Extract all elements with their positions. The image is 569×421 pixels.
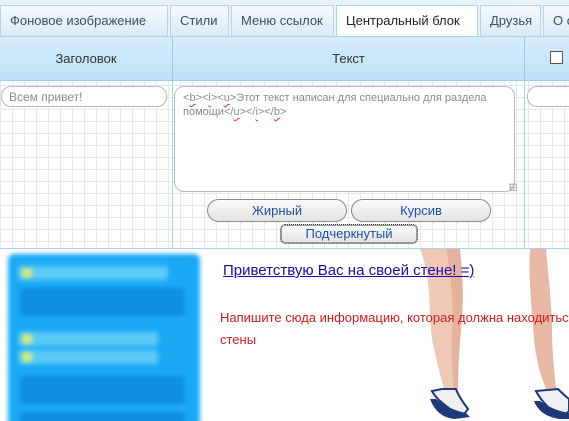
tab-link-menu[interactable]: Меню ссылок	[231, 5, 334, 36]
text-fragment: >	[279, 106, 287, 118]
tab-friends[interactable]: Друзья	[480, 5, 541, 36]
title-input[interactable]	[1, 86, 167, 107]
resize-grip-icon[interactable]	[509, 183, 517, 191]
preview-row	[18, 332, 158, 346]
preview-box	[20, 288, 185, 316]
preview-dot	[22, 352, 32, 362]
column-header-text: Текст	[173, 37, 525, 81]
extra-input[interactable]	[527, 86, 569, 107]
preview-box	[20, 376, 185, 404]
preview-dot	[22, 268, 32, 278]
text-fragment: ><	[210, 92, 224, 104]
column-separator	[524, 81, 525, 248]
wall-info-text: Напишите сюда информацию, которая должна…	[220, 307, 569, 351]
italic-button[interactable]: Курсив	[351, 199, 491, 222]
tab-label: О с	[553, 13, 569, 28]
tab-label: Стили	[180, 13, 218, 28]
column-separator	[172, 81, 173, 248]
tab-label: Меню ссылок	[241, 13, 323, 28]
preview-box	[20, 412, 185, 421]
info-line: Напишите сюда информацию, которая должна…	[220, 310, 569, 325]
tab-label: Центральный блок	[346, 13, 460, 28]
text-fragment: ></	[239, 106, 256, 118]
bold-button[interactable]: Жирный	[207, 199, 347, 222]
select-all-checkbox[interactable]	[550, 51, 563, 64]
preview-row	[18, 350, 158, 364]
tab-label: Друзья	[490, 13, 533, 28]
tab-background-image[interactable]: Фоновое изображение	[0, 5, 168, 36]
text-fragment: ><	[195, 92, 209, 104]
tab-central-block[interactable]: Центральный блок	[336, 5, 478, 36]
tab-bar: Фоновое изображение Стили Меню ссылок Це…	[0, 0, 569, 37]
wall-greeting-link[interactable]: Приветствую Вас на своей стене! =)	[223, 262, 474, 279]
tab-label: Фоновое изображение	[10, 13, 147, 28]
column-header-title: Заголовок	[0, 37, 173, 81]
text-fragment: ></	[257, 106, 274, 118]
text-textarea[interactable]: <b><i><u>Этот текст написан для специаль…	[174, 86, 515, 192]
underline-button[interactable]: Подчеркнутый	[280, 224, 418, 244]
info-line: стены	[220, 332, 257, 347]
preview-dot	[22, 334, 32, 344]
tab-styles[interactable]: Стили	[170, 5, 229, 36]
tab-about[interactable]: О с	[543, 5, 569, 36]
wall-preview-thumbnail	[8, 254, 200, 421]
preview-row	[18, 266, 168, 280]
